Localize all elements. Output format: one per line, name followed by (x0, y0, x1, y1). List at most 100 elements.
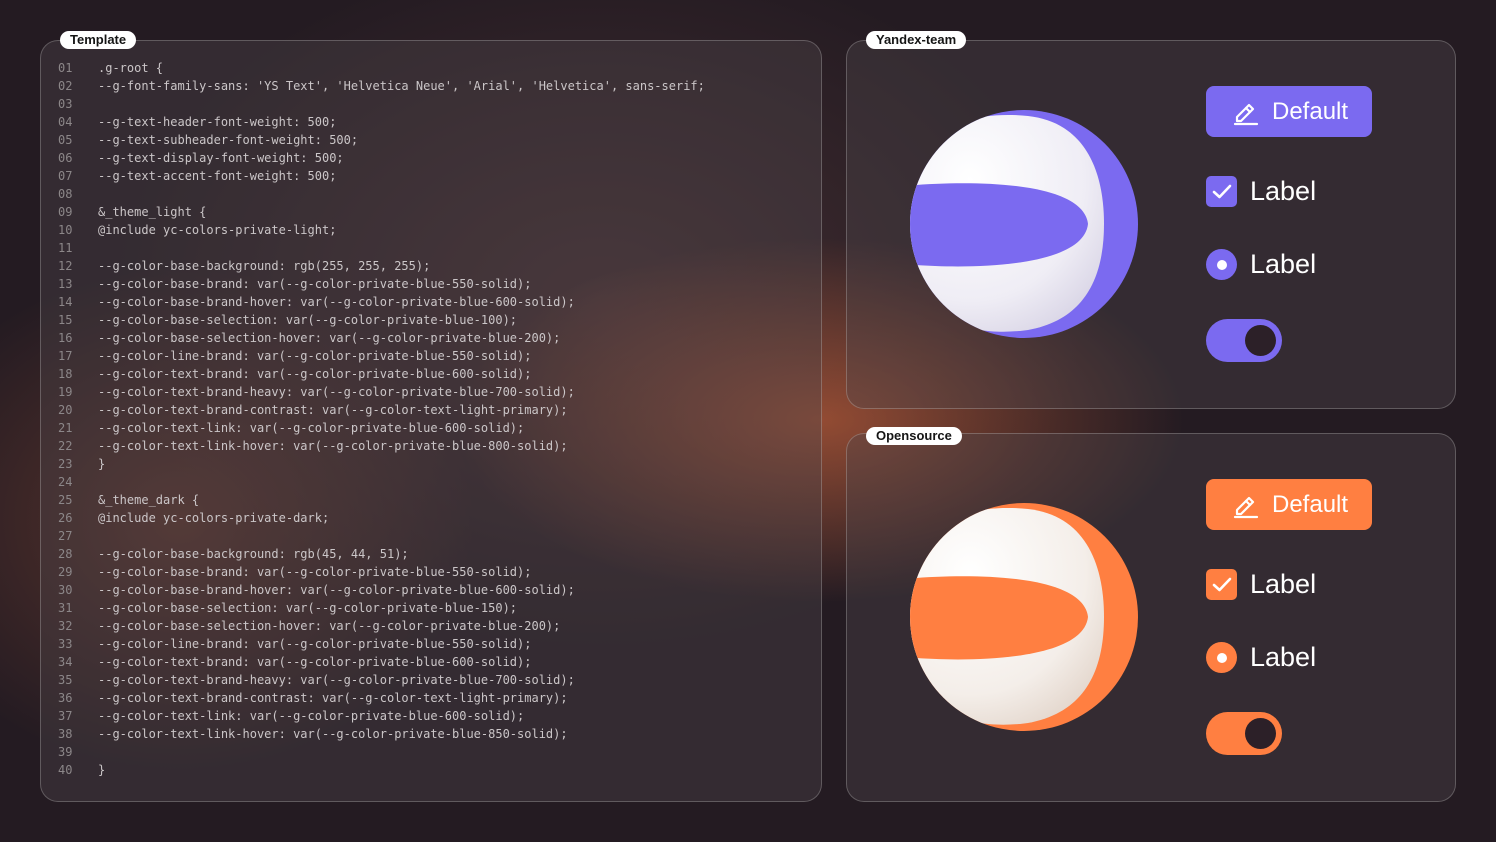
line-number: 27 (58, 529, 73, 543)
code-line: 08 (58, 185, 705, 203)
code-line: 21 --g-color-text-link: var(--g-color-pri… (58, 419, 705, 437)
line-number: 19 (58, 385, 73, 399)
line-number: 30 (58, 583, 73, 597)
line-number: 13 (58, 277, 73, 291)
line-text: --g-color-base-background: rgb(45, 44, 5… (98, 547, 409, 561)
line-number: 39 (58, 745, 73, 759)
yandex-team-toggle[interactable] (1206, 319, 1282, 362)
line-text: --g-color-line-brand: var(--g-color-priv… (98, 349, 532, 363)
code-line: 22 --g-color-text-link-hover: var(--g-col… (58, 437, 705, 455)
check-icon (1212, 577, 1231, 591)
line-text: &_theme_light { (98, 205, 207, 219)
code-line: 24 (58, 473, 705, 491)
line-number: 03 (58, 97, 73, 111)
code-line: 34 --g-color-text-brand: var(--g-color-pr… (58, 653, 705, 671)
line-text: --g-color-base-brand: var(--g-color-priv… (98, 277, 532, 291)
code-line: 37 --g-color-text-link: var(--g-color-pri… (58, 707, 705, 725)
yandex-team-radio-row[interactable]: Label (1206, 249, 1316, 280)
line-text: --g-color-text-brand: var(--g-color-priv… (98, 367, 532, 381)
line-number: 23 (58, 457, 73, 471)
opensource-tag: Opensource (866, 427, 962, 445)
line-text: --g-color-base-background: rgb(255, 255,… (98, 259, 431, 273)
line-text: --g-font-family-sans: 'YS Text', 'Helvet… (98, 79, 705, 93)
code-line: 15 --g-color-base-selection: var(--g-colo… (58, 311, 705, 329)
yandex-team-default-button[interactable]: Default (1206, 86, 1372, 137)
code-line: 18 --g-color-text-brand: var(--g-color-pr… (58, 365, 705, 383)
line-text: --g-color-text-brand-heavy: var(--g-colo… (98, 385, 575, 399)
line-number: 29 (58, 565, 73, 579)
code-line: 11 (58, 239, 705, 257)
yandex-team-logo-sphere (908, 108, 1140, 345)
code-line: 29 --g-color-base-brand: var(--g-color-pr… (58, 563, 705, 581)
line-number: 07 (58, 169, 73, 183)
code-line: 16 --g-color-base-selection-hover: var(--… (58, 329, 705, 347)
line-text: --g-text-header-font-weight: 500; (98, 115, 337, 129)
code-line: 25 &_theme_dark { (58, 491, 705, 509)
opensource-radio[interactable] (1206, 642, 1237, 673)
line-text: .g-root { (98, 61, 164, 75)
pencil-icon (1232, 491, 1260, 519)
line-number: 36 (58, 691, 73, 705)
code-line: 06 --g-text-display-font-weight: 500; (58, 149, 705, 167)
line-text: --g-color-text-link-hover: var(--g-color… (98, 439, 568, 453)
toggle-knob (1245, 325, 1276, 356)
line-text: --g-color-base-selection: var(--g-color-… (98, 313, 518, 327)
code-line: 36 --g-color-text-brand-contrast: var(--g… (58, 689, 705, 707)
line-text: --g-color-text-brand-heavy: var(--g-colo… (98, 673, 575, 687)
line-number: 01 (58, 61, 73, 75)
code-line: 12 --g-color-base-background: rgb(255, 25… (58, 257, 705, 275)
button-label: Default (1272, 490, 1349, 518)
line-text: &_theme_dark { (98, 493, 200, 507)
line-number: 21 (58, 421, 73, 435)
line-text: } (98, 763, 106, 777)
line-number: 31 (58, 601, 73, 615)
line-number: 18 (58, 367, 73, 381)
line-number: 06 (58, 151, 73, 165)
line-text: --g-color-base-selection-hover: var(--g-… (98, 331, 561, 345)
line-number: 28 (58, 547, 73, 561)
toggle-knob (1245, 718, 1276, 749)
line-text: --g-color-base-brand: var(--g-color-priv… (98, 565, 532, 579)
code-line: 39 (58, 743, 705, 761)
line-number: 04 (58, 115, 73, 129)
code-line: 10 @include yc-colors-private-light; (58, 221, 705, 239)
code-line: 28 --g-color-base-background: rgb(45, 44,… (58, 545, 705, 563)
yandex-team-checkbox[interactable] (1206, 176, 1237, 207)
line-text: --g-color-text-link-hover: var(--g-color… (98, 727, 568, 741)
line-number: 37 (58, 709, 73, 723)
opensource-checkbox[interactable] (1206, 569, 1237, 600)
line-number: 20 (58, 403, 73, 417)
code-line: 04 --g-text-header-font-weight: 500; (58, 113, 705, 131)
yandex-team-tag: Yandex-team (866, 31, 967, 49)
opensource-default-button[interactable]: Default (1206, 479, 1372, 530)
line-text: --g-color-base-selection: var(--g-color-… (98, 601, 518, 615)
opensource-radio-row[interactable]: Label (1206, 642, 1316, 673)
code-line: 05 --g-text-subheader-font-weight: 500; (58, 131, 705, 149)
line-number: 32 (58, 619, 73, 633)
yandex-team-radio[interactable] (1206, 249, 1237, 280)
line-text: --g-color-text-brand-contrast: var(--g-c… (98, 691, 568, 705)
code-line: 02 --g-font-family-sans: 'YS Text', 'Helv… (58, 77, 705, 95)
code-line: 38 --g-color-text-link-hover: var(--g-col… (58, 725, 705, 743)
code-line: 03 (58, 95, 705, 113)
line-number: 35 (58, 673, 73, 687)
line-text: --g-color-line-brand: var(--g-color-priv… (98, 637, 532, 651)
code-line: 31 --g-color-base-selection: var(--g-colo… (58, 599, 705, 617)
yandex-team-checkbox-row[interactable]: Label (1206, 176, 1316, 207)
line-text: @include yc-colors-private-dark; (98, 511, 330, 525)
line-text: --g-color-base-brand-hover: var(--g-colo… (98, 295, 575, 309)
line-number: 11 (58, 241, 73, 255)
radio-label: Label (1250, 249, 1317, 279)
line-number: 33 (58, 637, 73, 651)
line-number: 08 (58, 187, 73, 201)
code-line: 35 --g-color-text-brand-heavy: var(--g-co… (58, 671, 705, 689)
code-line: 33 --g-color-line-brand: var(--g-color-pr… (58, 635, 705, 653)
template-tag: Template (60, 31, 137, 49)
line-number: 17 (58, 349, 73, 363)
opensource-toggle[interactable] (1206, 712, 1282, 755)
line-number: 26 (58, 511, 73, 525)
code-line: 32 --g-color-base-selection-hover: var(--… (58, 617, 705, 635)
opensource-checkbox-row[interactable]: Label (1206, 569, 1316, 600)
line-number: 09 (58, 205, 73, 219)
line-number: 15 (58, 313, 73, 327)
